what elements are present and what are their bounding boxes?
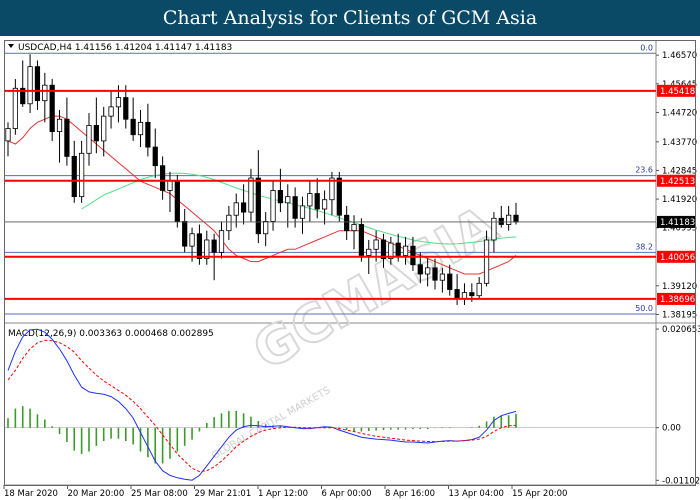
fibonacci-label: 38.2 <box>635 242 653 251</box>
candle-body <box>513 214 519 223</box>
price-axis-label: 1.44720 <box>662 108 697 118</box>
candle-body <box>42 84 48 102</box>
candle-body <box>115 97 122 108</box>
candle-body <box>56 118 63 133</box>
candle-body <box>461 292 468 300</box>
candle-body <box>12 87 18 129</box>
candle-body <box>358 224 365 256</box>
candle-body <box>432 267 438 281</box>
chart-banner-title: Chart Analysis for Clients of GCM Asia <box>0 0 700 36</box>
candle-body <box>285 196 291 204</box>
candle-body <box>373 239 379 250</box>
price-axis-label: 1.43770 <box>662 138 697 148</box>
candle-body <box>108 106 114 117</box>
macd-axis-label: 0.020653 <box>662 325 700 335</box>
candle-body <box>336 177 342 216</box>
macd-axis-label: 0.00 <box>662 424 681 434</box>
candle-body <box>447 273 453 290</box>
macd-header: MACD(12,26,9) 0.003363 0.000468 0.002895 <box>8 329 214 339</box>
watermark-logo: GCMASIA <box>244 195 508 382</box>
candle-body <box>233 202 239 216</box>
candle-body <box>380 239 387 259</box>
candle-body <box>483 239 490 284</box>
fibonacci-label: 23.6 <box>635 166 653 175</box>
candle-body <box>204 239 210 259</box>
level-price-label: 1.42513 <box>660 177 695 187</box>
time-axis-label: 8 Apr 16:00 <box>385 489 435 499</box>
time-axis-label: 29 Mar 21:01 <box>195 489 252 499</box>
candle-body <box>174 180 180 222</box>
candle-body <box>152 146 158 167</box>
candle-body <box>137 121 144 136</box>
candle-body <box>71 155 77 198</box>
current-price-label: 1.41183 <box>660 218 695 228</box>
candle-body <box>395 242 401 256</box>
level-price-label: 1.45418 <box>660 87 695 97</box>
candle-body <box>277 190 284 204</box>
candle-body <box>64 118 70 157</box>
time-axis-label: 20 Mar 20:00 <box>68 489 125 499</box>
candle-body <box>27 66 33 105</box>
candle-body <box>189 233 195 247</box>
level-price-label: 1.40056 <box>660 253 695 263</box>
candle-body <box>425 267 431 275</box>
candle-body <box>226 214 232 232</box>
candle-body <box>211 239 217 253</box>
candle-body <box>469 292 475 297</box>
level-price-label: 1.38696 <box>660 295 695 305</box>
candle-body <box>439 273 445 281</box>
candle-body <box>402 245 409 256</box>
macd-axis-label: -0.011021 <box>662 476 700 486</box>
candle-body <box>79 152 85 198</box>
candle-body <box>314 193 320 210</box>
candle-body <box>196 233 203 259</box>
candle-body <box>86 125 92 154</box>
time-axis-label: 13 Apr 04:00 <box>449 489 504 499</box>
time-axis-label: 6 Apr 00:00 <box>322 489 372 499</box>
candle-body <box>248 177 254 213</box>
candle-body <box>476 282 482 297</box>
candle-body <box>263 220 269 235</box>
candle-body <box>167 180 173 191</box>
candle-body <box>410 245 416 266</box>
price-axis-label: 1.39120 <box>662 282 697 292</box>
price-axis-label: 1.41920 <box>662 195 697 205</box>
candle-body <box>498 217 504 225</box>
candle-body <box>351 224 357 232</box>
candle-body <box>344 214 350 232</box>
candle-body <box>255 177 261 235</box>
fibonacci-label: 0.0 <box>640 43 653 52</box>
candle-body <box>292 196 298 219</box>
candle-body <box>123 97 129 120</box>
dropdown-triangle-icon <box>8 44 14 48</box>
candle-body <box>182 220 188 247</box>
candle-body <box>34 66 41 102</box>
candle-body <box>93 125 99 142</box>
symbol-header: USDCAD,H4 1.41156 1.41204 1.41147 1.4118… <box>18 43 232 53</box>
candle-body <box>101 115 107 142</box>
candle-body <box>240 202 247 213</box>
time-axis-label: 18 Mar 2020 <box>4 489 58 499</box>
candle-body <box>130 118 136 136</box>
candle-body <box>159 165 166 191</box>
candle-body <box>270 190 276 222</box>
candle-body <box>321 199 328 210</box>
candle-body <box>145 121 151 148</box>
candle-body <box>417 264 423 275</box>
time-axis-label: 25 Mar 08:00 <box>131 489 188 499</box>
candle-body <box>506 214 512 225</box>
price-chart[interactable]: USDCAD,H4 1.41156 1.41204 1.41147 1.4118… <box>0 36 700 500</box>
price-axis-label: 1.46570 <box>662 51 697 61</box>
candle-body <box>454 289 460 300</box>
price-axis-label: 1.38195 <box>662 310 697 320</box>
candle-body <box>307 193 313 207</box>
fibonacci-label: 50.0 <box>635 304 653 313</box>
candle-body <box>218 230 225 253</box>
candle-body <box>299 205 306 219</box>
candle-body <box>49 84 55 133</box>
candle-body <box>366 248 372 256</box>
time-axis-label: 15 Apr 20:00 <box>512 489 567 499</box>
time-axis-label: 1 Apr 12:00 <box>258 489 308 499</box>
candle-body <box>5 128 11 142</box>
